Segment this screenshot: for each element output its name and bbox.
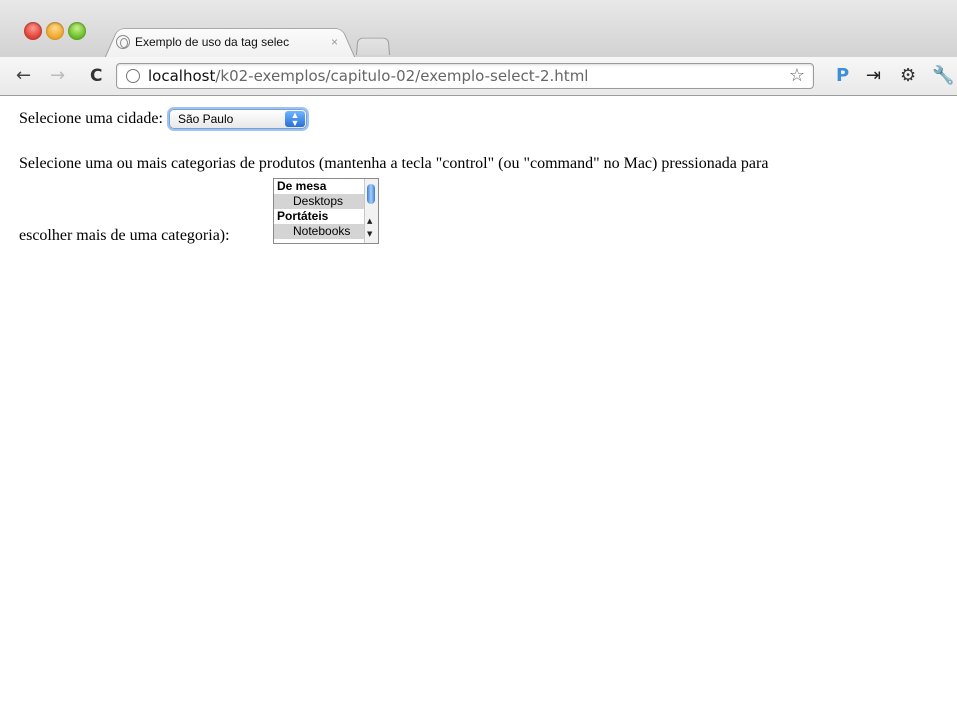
scroll-up-icon[interactable]: ▲: [367, 217, 372, 225]
address-url[interactable]: localhost/k02-exemplos/capitulo-02/exemp…: [148, 67, 588, 85]
city-selected-value: São Paulo: [177, 112, 234, 126]
maximize-window-button[interactable]: [68, 22, 86, 40]
mobile-icon[interactable]: ⇥: [866, 65, 881, 86]
browser-window: Exemplo de uso da tag selec × ← → C loca…: [0, 0, 957, 724]
reload-icon[interactable]: C: [90, 66, 102, 86]
tab-content[interactable]: Exemplo de uso da tag selec ×: [116, 32, 346, 52]
back-icon[interactable]: ←: [16, 65, 31, 86]
close-window-button[interactable]: [24, 22, 42, 40]
forward-icon[interactable]: →: [50, 65, 65, 86]
gear-icon[interactable]: ⚙: [900, 65, 916, 86]
optgroup-label: De mesa: [277, 179, 327, 193]
categories-instructions-line1: Selecione uma ou mais categorias de prod…: [19, 155, 769, 172]
url-host: localhost: [148, 67, 216, 85]
navigation-toolbar: ← → C localhost/k02-exemplos/capitulo-02…: [0, 57, 957, 96]
city-row: Selecione uma cidade: São Paulo ▲ ▼: [19, 109, 307, 129]
categories-instructions-line2: escolher mais de uma categoria):: [19, 227, 230, 244]
url-path: /k02-exemplos/capitulo-02/exemplo-select…: [215, 67, 589, 85]
list-option[interactable]: Desktops: [274, 194, 378, 209]
globe-icon: [116, 35, 130, 49]
globe-icon: [126, 69, 140, 83]
address-bar[interactable]: localhost/k02-exemplos/capitulo-02/exemp…: [116, 63, 814, 89]
new-tab-button[interactable]: [356, 37, 390, 55]
city-label: Selecione uma cidade:: [19, 110, 163, 127]
page-content: Selecione uma cidade: São Paulo ▲ ▼ Selec…: [0, 96, 957, 724]
select-arrows-icon: ▲ ▼: [284, 111, 305, 128]
title-bar: Exemplo de uso da tag selec ×: [0, 0, 957, 59]
listbox-scrollbar[interactable]: ▲ ▼: [364, 179, 378, 243]
wrench-icon[interactable]: 🔧: [932, 65, 954, 86]
minimize-window-button[interactable]: [46, 22, 64, 40]
tab-close-icon[interactable]: ×: [331, 35, 338, 49]
scroll-down-icon[interactable]: ▼: [367, 230, 372, 238]
star-icon[interactable]: ☆: [789, 65, 805, 86]
pocket-p-icon[interactable]: P: [836, 65, 849, 86]
optgroup-label: Portáteis: [277, 209, 329, 223]
list-option[interactable]: Notebooks: [274, 224, 378, 239]
scrollbar-thumb[interactable]: [367, 184, 375, 204]
categories-listbox[interactable]: De mesa Desktops Portáteis Notebooks ▲ ▼: [273, 178, 379, 244]
tab-title: Exemplo de uso da tag selec: [135, 35, 290, 49]
city-select[interactable]: São Paulo ▲ ▼: [168, 109, 307, 129]
